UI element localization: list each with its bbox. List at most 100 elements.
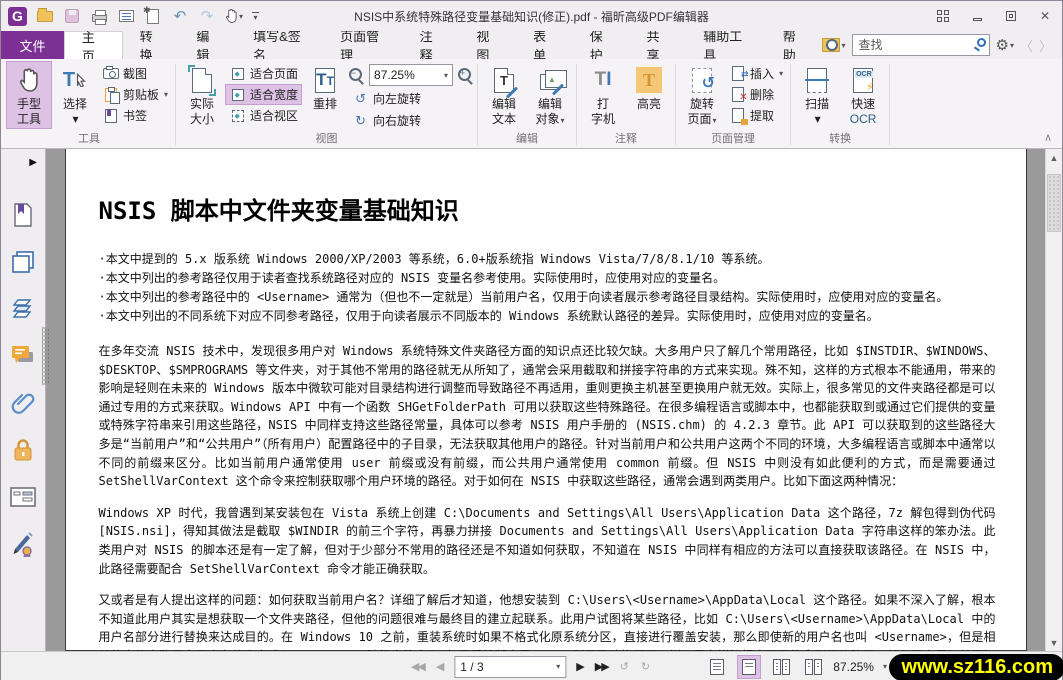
delete-pages-button[interactable]: ✕ 删除	[725, 84, 787, 105]
scroll-up-icon[interactable]: ▲	[1046, 149, 1062, 166]
search-folder-button[interactable]: ▾	[822, 38, 845, 52]
pdf-page[interactable]: NSIS 脚本中文件夹变量基础知识 ·本文中提到的 5.x 版系统 Window…	[65, 149, 1027, 651]
close-button[interactable]: ✕	[1028, 3, 1062, 29]
page-thumbnails-panel-button[interactable]	[1, 238, 45, 285]
tab-file[interactable]: 文件	[1, 31, 64, 59]
signatures-panel-button[interactable]	[1, 520, 45, 567]
layers-panel-button[interactable]	[1, 285, 45, 332]
chevron-down-icon: ▾	[556, 662, 560, 671]
qat-customize-button[interactable]: ▾	[252, 12, 259, 20]
form-fields-icon	[10, 487, 36, 507]
open-file-button[interactable]	[36, 7, 54, 25]
close-icon: ✕	[1040, 9, 1050, 23]
tab-help[interactable]: 帮助	[766, 31, 823, 59]
previous-page-button[interactable]: ◀	[436, 660, 444, 673]
group-label-view: 视图	[179, 132, 474, 148]
tab-protect[interactable]: 保护	[573, 31, 630, 59]
lock-icon	[12, 438, 34, 462]
scrollbar-track[interactable]	[1046, 166, 1062, 634]
snapshot-button[interactable]: 截图	[98, 63, 172, 84]
hand-tool-quick-button[interactable]: ▾	[225, 7, 243, 25]
rotate-pages-icon: ↺	[692, 68, 712, 93]
edit-text-button[interactable]: T 编辑 文本	[481, 61, 527, 129]
fields-panel-button[interactable]	[1, 473, 45, 520]
typewriter-button[interactable]: TI 打 字机	[580, 61, 626, 129]
maximize-button[interactable]	[994, 3, 1028, 29]
tab-fill-sign[interactable]: 填写&签名	[236, 31, 323, 59]
insert-pages-icon: ⇄	[732, 66, 744, 81]
security-panel-button[interactable]	[1, 426, 45, 473]
bookmark-button[interactable]: 书签	[98, 105, 172, 126]
pages-icon	[11, 250, 35, 274]
select-tool-button[interactable]: T 选择 ▾	[52, 61, 98, 129]
actual-size-button[interactable]: 实际 大小	[179, 61, 225, 129]
scrollbar-thumb[interactable]	[1047, 174, 1061, 232]
page-number-combobox[interactable]: 1 / 3 ▾	[454, 656, 566, 678]
search-icon[interactable]	[977, 38, 986, 47]
save-button[interactable]	[63, 7, 81, 25]
rotate-pages-button[interactable]: ↺ 旋转 页面▾	[679, 61, 725, 130]
scan-button[interactable]: 扫描 ▾	[794, 61, 840, 129]
find-previous-button[interactable]: 〈	[1020, 36, 1033, 55]
tab-organize[interactable]: 页面管理	[323, 31, 402, 59]
group-label-edit: 编辑	[481, 132, 573, 148]
edit-object-button[interactable]: 编辑 对象▾	[527, 61, 573, 130]
expand-panel-icon[interactable]: ▶	[29, 157, 37, 168]
continuous-view-button[interactable]	[737, 655, 761, 679]
find-next-button[interactable]: 〉	[1039, 36, 1052, 55]
facing-view-button[interactable]	[769, 655, 793, 679]
first-page-button[interactable]: ◀◀	[411, 660, 426, 673]
email-button[interactable]	[117, 7, 135, 25]
bookmarks-panel-button[interactable]	[1, 191, 45, 238]
find-input[interactable]	[852, 34, 990, 56]
tab-convert[interactable]: 转换	[123, 31, 180, 59]
rotate-right-button[interactable]: ↻ 向右旋转	[348, 110, 474, 131]
collapse-ribbon-button[interactable]: ∧	[1044, 131, 1052, 144]
fit-visible-button[interactable]: 适合视区	[225, 105, 302, 126]
tab-edit[interactable]: 编辑	[179, 31, 236, 59]
note-line: ·本文中列出的参考路径仅用于读者查找系统路径对应的 NSIS 变量名参考使用。实…	[99, 269, 996, 288]
zoom-level-combobox[interactable]: 87.25% ▾	[369, 64, 453, 86]
document-pane: NSIS 脚本中文件夹变量基础知识 ·本文中提到的 5.x 版系统 Window…	[46, 149, 1045, 651]
panel-splitter-handle[interactable]	[42, 327, 49, 385]
print-button[interactable]	[90, 7, 108, 25]
zoom-out-button[interactable]: −	[348, 67, 365, 84]
find-settings-button[interactable]: ⚙ ▾	[996, 36, 1014, 54]
zoom-dropdown-icon[interactable]: ▾	[883, 662, 887, 671]
previous-view-button[interactable]: ↺	[620, 660, 631, 673]
tab-comment[interactable]: 注释	[403, 31, 460, 59]
rotate-left-button[interactable]: ↺ 向左旋转	[348, 88, 474, 109]
last-page-button[interactable]: ▶▶	[595, 660, 610, 673]
fit-page-button[interactable]: 适合页面	[225, 63, 302, 84]
redo-button[interactable]: ↷	[198, 7, 216, 25]
next-view-button[interactable]: ↻	[641, 660, 652, 673]
hand-icon	[225, 8, 238, 24]
undo-button[interactable]: ↶	[171, 7, 189, 25]
ribbon-group-pages: ↺ 旋转 页面▾ ⇄ 插入 ▾ ✕ 删除 提取 页面管理	[676, 61, 790, 148]
workspace-toggle-button[interactable]	[926, 3, 960, 29]
continuous-facing-view-button[interactable]	[801, 655, 825, 679]
create-pdf-button[interactable]	[144, 7, 162, 25]
single-page-view-button[interactable]	[705, 655, 729, 679]
comments-panel-button[interactable]	[1, 332, 45, 379]
fit-width-button[interactable]: 适合宽度	[225, 84, 302, 105]
next-page-button[interactable]: ▶	[576, 660, 584, 673]
minimize-button[interactable]	[960, 3, 994, 29]
clipboard-button[interactable]: 剪贴板 ▾	[98, 84, 172, 105]
quick-ocr-button[interactable]: 快速 OCR	[840, 61, 886, 129]
tab-home[interactable]: 主页	[64, 31, 123, 59]
zoom-in-button[interactable]: +	[457, 67, 474, 84]
tab-form[interactable]: 表单	[516, 31, 573, 59]
tab-accessibility[interactable]: 辅助工具	[686, 31, 765, 59]
tab-view[interactable]: 视图	[459, 31, 516, 59]
reflow-button[interactable]: TT 重排	[302, 61, 348, 114]
highlight-button[interactable]: T 高亮	[626, 61, 672, 114]
ribbon: 手型 工具 T 选择 ▾ 截图 剪贴板 ▾	[1, 59, 1062, 149]
scroll-down-icon[interactable]: ▼	[1046, 634, 1062, 651]
hand-tool-button[interactable]: 手型 工具	[6, 61, 52, 129]
extract-pages-button[interactable]: 提取	[725, 105, 787, 126]
tab-share[interactable]: 共享	[630, 31, 687, 59]
insert-pages-button[interactable]: ⇄ 插入 ▾	[725, 63, 787, 84]
vertical-scrollbar[interactable]: ▲ ▼	[1045, 149, 1062, 651]
attachments-panel-button[interactable]	[1, 379, 45, 426]
